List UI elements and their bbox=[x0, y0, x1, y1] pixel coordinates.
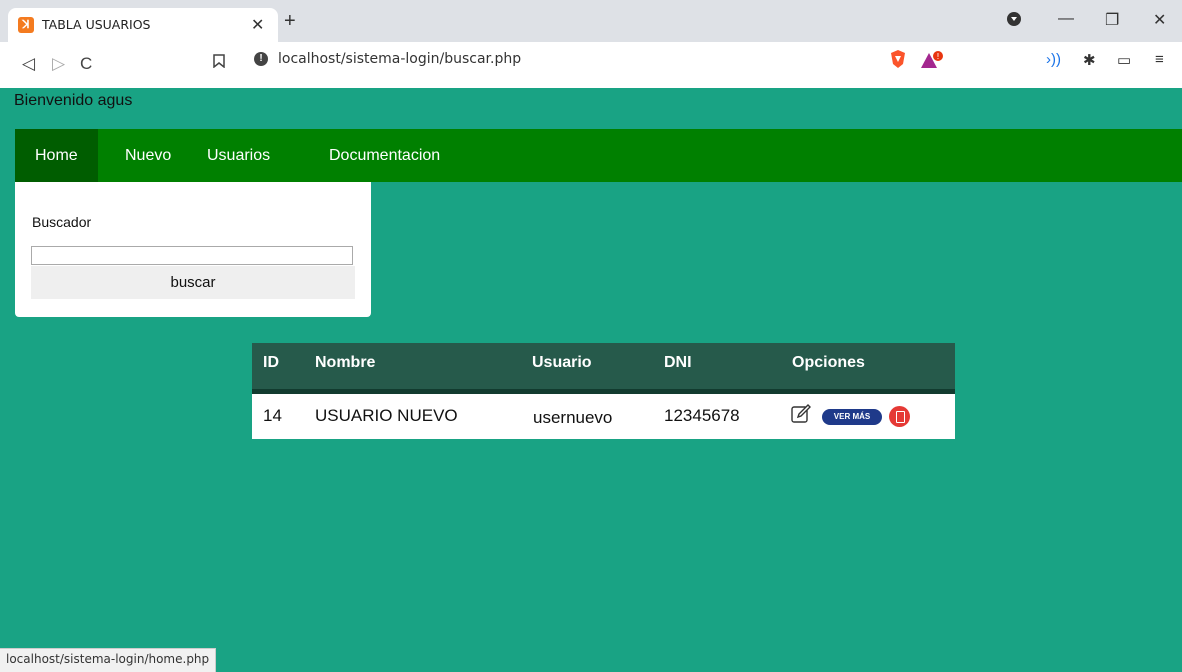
svg-text:!: ! bbox=[936, 52, 939, 61]
cell-id: 14 bbox=[263, 406, 282, 425]
close-window-icon[interactable]: ✕ bbox=[1153, 10, 1166, 30]
ver-mas-button[interactable]: VER MÁS bbox=[822, 409, 882, 425]
cell-usuario: usernuevo bbox=[533, 408, 613, 427]
tab-title: TABLA USUARIOS bbox=[42, 17, 151, 32]
close-tab-icon[interactable]: ✕ bbox=[251, 15, 264, 35]
search-button[interactable]: buscar bbox=[31, 266, 355, 299]
header-opciones: Opciones bbox=[792, 354, 865, 371]
table-row: 14 USUARIO NUEVO usernuevo 12345678 VER … bbox=[252, 394, 955, 439]
nav-documentacion[interactable]: Documentacion bbox=[309, 129, 460, 182]
bookmark-icon[interactable] bbox=[213, 54, 225, 72]
edit-icon[interactable] bbox=[790, 403, 812, 425]
status-bar-url: localhost/sistema-login/home.php bbox=[0, 648, 217, 672]
header-nombre: Nombre bbox=[315, 354, 376, 371]
wallet-icon[interactable]: ▭ bbox=[1117, 51, 1131, 69]
new-tab-icon[interactable]: + bbox=[284, 10, 296, 33]
nav-home[interactable]: Home bbox=[15, 129, 98, 182]
cell-dni: 12345678 bbox=[664, 406, 740, 425]
brave-shield-icon[interactable] bbox=[888, 49, 908, 69]
search-input[interactable] bbox=[31, 246, 353, 265]
maximize-icon[interactable]: ❐ bbox=[1105, 10, 1119, 30]
brave-talk-icon[interactable]: ›)) bbox=[1046, 51, 1061, 68]
users-table: ID Nombre Usuario DNI Opciones 14 USUARI… bbox=[252, 343, 955, 439]
forward-icon[interactable]: ▷ bbox=[52, 54, 65, 74]
browser-tab-bar: ꓘ TABLA USUARIOS ✕ + — ❐ ✕ bbox=[0, 0, 1182, 42]
header-id: ID bbox=[263, 354, 279, 371]
header-usuario: Usuario bbox=[532, 354, 592, 371]
minimize-icon[interactable]: — bbox=[1058, 10, 1074, 28]
nav-nuevo[interactable]: Nuevo bbox=[105, 129, 191, 182]
browser-toolbar: ◁ ▷ C ! localhost/sistema-login/buscar.p… bbox=[0, 42, 1182, 88]
cell-nombre: USUARIO NUEVO bbox=[315, 406, 458, 425]
url-text[interactable]: localhost/sistema-login/buscar.php bbox=[278, 51, 521, 67]
main-navbar: Home Nuevo Usuarios Documentacion bbox=[15, 129, 1182, 182]
reload-icon[interactable]: C bbox=[80, 54, 92, 74]
profile-icon[interactable] bbox=[1006, 11, 1022, 32]
browser-tab[interactable]: ꓘ TABLA USUARIOS ✕ bbox=[8, 8, 278, 42]
info-icon[interactable]: ! bbox=[254, 52, 268, 66]
search-label: Buscador bbox=[32, 214, 92, 230]
address-bar[interactable]: ! localhost/sistema-login/buscar.php bbox=[250, 47, 985, 73]
header-dni: DNI bbox=[664, 354, 692, 371]
xampp-icon: ꓘ bbox=[18, 17, 34, 33]
welcome-text: Bienvenido agus bbox=[14, 92, 133, 109]
extensions-icon[interactable]: ✱ bbox=[1083, 51, 1096, 69]
brave-rewards-icon[interactable]: ! bbox=[919, 50, 947, 70]
search-card: Buscador buscar bbox=[15, 182, 371, 317]
back-icon[interactable]: ◁ bbox=[22, 54, 35, 74]
nav-usuarios[interactable]: Usuarios bbox=[187, 129, 290, 182]
delete-icon[interactable] bbox=[889, 406, 910, 427]
table-header: ID Nombre Usuario DNI Opciones bbox=[252, 343, 955, 394]
menu-icon[interactable]: ≡ bbox=[1155, 51, 1164, 68]
